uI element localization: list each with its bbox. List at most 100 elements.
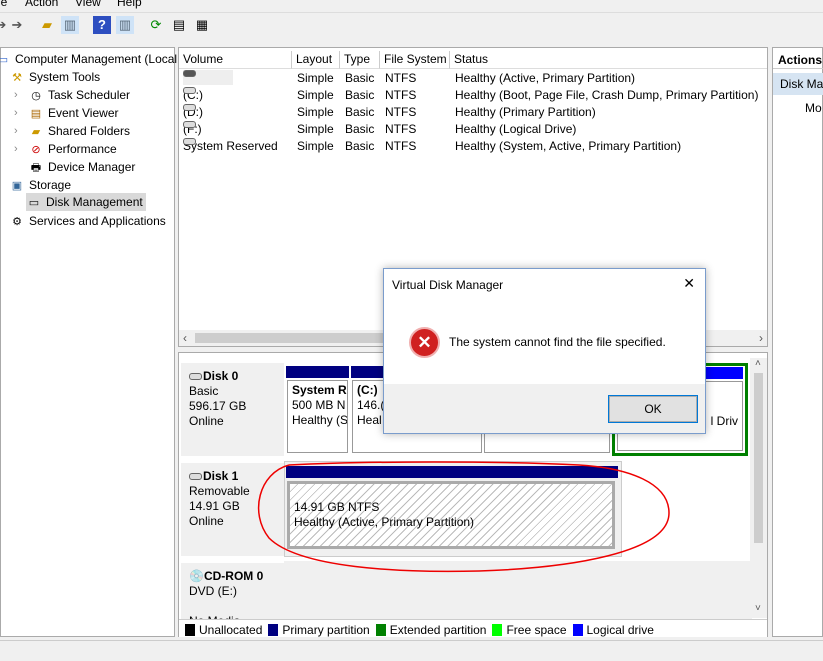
volume-cell: Basic (345, 139, 375, 153)
tools-icon: ⚒ (12, 71, 22, 84)
status-bar (0, 640, 823, 661)
scroll-left-icon[interactable]: ‹ (183, 331, 187, 345)
volume-row[interactable]: (C:) Simple Basic NTFS Healthy (Boot, Page F… (179, 87, 767, 104)
actions-disk-management[interactable]: Disk Ma (773, 73, 823, 95)
menu-action[interactable]: Action (25, 0, 58, 9)
tree-item-event-viewer[interactable]: ▤ Event Viewer (28, 104, 119, 122)
partition-system-reserved[interactable]: System R 500 MB N Healthy (S (287, 380, 348, 453)
volume-cell: Healthy (Primary Partition) (455, 105, 596, 119)
up-folder-icon[interactable]: ▰ (38, 16, 56, 34)
volume-cell: NTFS (385, 105, 417, 119)
tree-item-device-manager[interactable]: 🖶 Device Manager (28, 158, 136, 176)
volume-row[interactable]: System Reserved Simple Basic NTFS Healthy (S… (179, 138, 767, 155)
volume-name: System Reserved (183, 139, 278, 153)
cdrom-icon: 💿 (189, 569, 204, 583)
ok-button[interactable]: OK (608, 395, 698, 423)
partition-bar (286, 366, 349, 378)
column-header-status[interactable]: Status (450, 51, 767, 69)
drive-icon (183, 87, 196, 94)
volume-cell: Basic (345, 105, 375, 119)
expand-chevron-icon[interactable]: › (14, 107, 18, 119)
legend-label: Free space (506, 622, 567, 637)
disk-0-label[interactable]: Disk 0 Basic 596.17 GB Online (181, 363, 284, 456)
scroll-down-icon[interactable]: ˅ (755, 603, 761, 614)
volume-cell: NTFS (385, 71, 417, 85)
legend-swatch (572, 623, 583, 636)
volume-cell: Healthy (Logical Drive) (455, 122, 577, 136)
vertical-scrollbar[interactable]: ˄ ˅ (750, 358, 767, 618)
drive-icon (183, 138, 196, 145)
tree-item-shared-folders[interactable]: ▰ Shared Folders (28, 122, 130, 140)
scrollbar-thumb[interactable] (754, 373, 763, 543)
menu-file[interactable]: le (0, 0, 7, 9)
volume-cell: Basic (345, 88, 375, 102)
dialog-footer: OK (384, 384, 705, 433)
tree-item-system-tools[interactable]: ⚒ System Tools (9, 68, 100, 86)
tree-item-task-scheduler[interactable]: ◷ Task Scheduler (28, 86, 130, 104)
expand-chevron-icon[interactable]: › (14, 89, 18, 101)
refresh-icon[interactable]: ⟳ (147, 16, 165, 34)
event-viewer-icon: ▤ (30, 107, 42, 120)
forward-icon[interactable]: ➔ (8, 16, 26, 34)
settings-icon[interactable]: ▦ (193, 16, 211, 34)
legend-swatch (268, 623, 279, 636)
volume-cell: Healthy (System, Active, Primary Partiti… (455, 139, 682, 153)
scroll-right-icon[interactable]: › (759, 331, 763, 345)
error-icon: ✕ (409, 327, 440, 358)
error-dialog: Virtual Disk Manager ✕ ✕ The system cann… (383, 268, 706, 434)
volume-row[interactable]: (F:) Simple Basic NTFS Healthy (Logical Driv… (179, 121, 767, 138)
volume-cell: Basic (345, 122, 375, 136)
show-hide-tree-icon[interactable]: ▥ (61, 16, 79, 34)
actions-title: Actions (773, 51, 823, 69)
menu-view[interactable]: View (75, 0, 101, 9)
legend-swatch (492, 623, 503, 636)
volume-row[interactable]: Simple Basic NTFS Healthy (Active, Primary … (179, 70, 767, 87)
performance-icon: ⊘ (31, 143, 41, 156)
volume-cell: (F:) (183, 121, 202, 138)
tree-item-storage[interactable]: ▣ Storage (9, 176, 71, 194)
dialog-message: The system cannot find the file specifie… (449, 335, 666, 349)
volume-cell: (C:) (183, 87, 203, 104)
tree-item-services-applications[interactable]: ⚙ Services and Applications (9, 212, 166, 230)
volume-row[interactable]: (D:) Simple Basic NTFS Healthy (Primary Part… (179, 104, 767, 121)
volume-cell: Basic (345, 71, 375, 85)
disk-icon: ▭ (28, 196, 40, 209)
column-header-layout[interactable]: Layout (292, 51, 340, 69)
volume-cell: Simple (297, 139, 334, 153)
tree-item-disk-management[interactable]: ▭ Disk Management (26, 193, 146, 211)
volume-cell: (D:) (183, 104, 203, 121)
expand-chevron-icon[interactable]: › (14, 143, 18, 155)
dialog-title: Virtual Disk Manager (392, 278, 504, 292)
tree-item-performance[interactable]: ⊘ Performance (28, 140, 116, 158)
volume-cell: Healthy (Active, Primary Partition) (455, 71, 636, 85)
navigation-tree: ▭ Computer Management (Local ⚒ System Tool… (0, 47, 177, 637)
legend-label: Primary partition (282, 622, 370, 637)
help-icon[interactable]: ? (93, 16, 111, 34)
dialog-close-button[interactable]: ✕ (683, 275, 695, 292)
show-hide-action-pane-icon[interactable]: ▥ (116, 16, 134, 34)
scroll-up-icon[interactable]: ˄ (755, 358, 761, 369)
properties-icon[interactable]: ▤ (170, 16, 188, 34)
column-header-volume[interactable]: Volume (179, 51, 292, 69)
actions-more[interactable]: Mo (805, 101, 822, 115)
volume-cell: NTFS (385, 122, 417, 136)
column-header-file-system[interactable]: File System (380, 51, 450, 69)
drive-icon (183, 70, 196, 77)
column-header-type[interactable]: Type (340, 51, 380, 69)
volume-cell: Simple (297, 88, 334, 102)
volume-cell: Healthy (Boot, Page File, Crash Dump, Pr… (455, 88, 759, 102)
red-annotation-ellipse (257, 461, 670, 573)
volume-cell: NTFS (385, 139, 417, 153)
menu-help[interactable]: Help (117, 0, 142, 9)
legend-label: Extended partition (389, 622, 487, 637)
actions-pane: Actions Disk Ma Mo (772, 47, 823, 637)
legend-swatch (185, 623, 195, 636)
volume-cell: Simple (297, 122, 334, 136)
storage-icon: ▣ (11, 179, 23, 192)
legend: Unallocated Primary partition Extended par… (179, 619, 767, 637)
tree-root[interactable]: ▭ Computer Management (Local (0, 50, 177, 68)
divider (0, 12, 823, 13)
volume-cell: Simple (297, 105, 334, 119)
clock-icon: ◷ (31, 89, 41, 102)
expand-chevron-icon[interactable]: › (14, 125, 18, 137)
